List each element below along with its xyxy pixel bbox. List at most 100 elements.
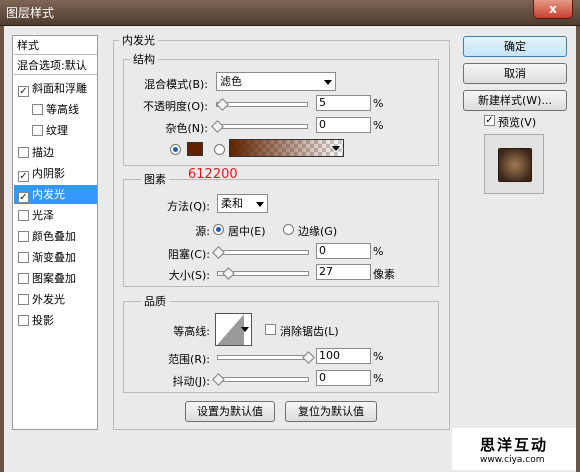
style-item-outer-glow[interactable]: 外发光 [14,290,97,309]
solid-color-radio[interactable] [170,144,181,155]
technique-select[interactable]: 柔和 [217,194,268,213]
opacity-unit: % [373,97,384,110]
texture-checkbox[interactable] [32,125,43,136]
antialias-label[interactable]: 消除锯齿(L) [280,323,339,339]
gradient-radio[interactable] [214,144,225,155]
jitter-slider[interactable] [212,373,309,386]
style-label: 图案叠加 [32,272,76,285]
watermark-brand: 思洋互动 [480,436,549,454]
preview-label[interactable]: 预览(V) [498,114,536,130]
color-overlay-checkbox[interactable] [18,231,29,242]
style-label: 内阴影 [32,167,65,180]
jitter-input[interactable]: 0 [316,370,371,386]
color-annotation: 612200 [188,167,238,182]
antialias-checkbox[interactable] [265,324,276,335]
new-style-button[interactable]: 新建样式(W)... [463,90,567,111]
opacity-slider[interactable] [215,98,308,111]
drop-shadow-checkbox[interactable] [18,315,29,326]
style-item-color-overlay[interactable]: 颜色叠加 [14,227,97,246]
cancel-button[interactable]: 取消 [463,63,567,84]
elements-title: 图素 [141,171,169,187]
style-label: 投影 [32,314,54,327]
contour-picker[interactable] [215,313,252,346]
make-default-button[interactable]: 设置为默认值 [185,401,275,422]
close-icon: x [549,2,557,16]
contour-checkbox[interactable] [32,104,43,115]
inner-glow-checkbox[interactable]: ✓ [18,192,29,203]
style-item-pattern-overlay[interactable]: 图案叠加 [14,269,97,288]
size-input[interactable]: 27 [316,264,371,280]
choke-unit: % [373,245,384,258]
structure-title: 结构 [130,51,158,67]
choke-input[interactable]: 0 [316,243,371,259]
opacity-input[interactable]: 5 [316,95,371,111]
glow-color-swatch[interactable] [187,142,203,156]
pattern-overlay-checkbox[interactable] [18,273,29,284]
size-unit: 像素 [373,268,395,281]
blend-mode-select[interactable]: 滤色 [216,72,336,91]
noise-input[interactable]: 0 [316,117,371,133]
satin-checkbox[interactable] [18,210,29,221]
stroke-checkbox[interactable] [18,147,29,158]
gradient-picker[interactable] [229,139,344,157]
styles-header[interactable]: 样式 [14,36,97,55]
style-label: 颜色叠加 [32,230,76,243]
style-label: 斜面和浮雕 [32,82,87,95]
style-item-stroke[interactable]: 描边 [14,143,97,162]
choke-slider[interactable] [212,246,309,259]
style-label: 纹理 [46,124,68,137]
style-label: 渐变叠加 [32,251,76,264]
source-edge-label[interactable]: 边缘(G) [298,223,337,239]
watermark-url: www.ciya.com [480,455,545,465]
gradient-overlay-checkbox[interactable] [18,252,29,263]
chevron-down-icon [332,146,340,151]
size-label: 大小(S): [168,269,210,282]
bevel-checkbox[interactable]: ✓ [18,86,29,97]
style-item-satin[interactable]: 光泽 [14,206,97,225]
preview-checkbox[interactable]: ✓ [484,115,495,126]
range-input[interactable]: 100 [316,348,371,364]
chevron-down-icon [256,202,264,207]
close-button[interactable]: x [533,0,573,19]
style-item-inner-shadow[interactable]: ✓ 内阴影 [14,164,97,183]
outer-glow-checkbox[interactable] [18,294,29,305]
noise-slider[interactable] [211,120,308,133]
size-slider[interactable] [217,267,309,280]
style-item-contour[interactable]: 等高线 [14,100,97,119]
choke-label: 阻塞(C): [168,248,210,261]
style-item-bevel[interactable]: ✓ 斜面和浮雕 [14,79,97,98]
chevron-down-icon [324,80,332,85]
noise-label: 杂色(N): [165,122,208,135]
blending-options[interactable]: 混合选项:默认 [14,56,97,75]
quality-title: 品质 [141,293,169,309]
reset-default-button[interactable]: 复位为默认值 [285,401,377,422]
style-item-inner-glow[interactable]: ✓ 内发光 [14,185,97,204]
contour-curve-icon [217,314,244,345]
inner-shadow-checkbox[interactable]: ✓ [18,171,29,182]
range-slider[interactable] [217,351,315,364]
style-label: 外发光 [32,293,65,306]
style-label: 等高线 [46,103,79,116]
source-center-radio[interactable] [213,224,224,235]
preview-image [498,148,532,182]
style-item-texture[interactable]: 纹理 [14,121,97,140]
watermark: 思洋互动 www.ciya.com [452,428,576,470]
range-unit: % [373,350,384,363]
blend-mode-value: 滤色 [220,75,242,88]
style-item-drop-shadow[interactable]: 投影 [14,311,97,330]
source-center-label[interactable]: 居中(E) [228,223,266,239]
blend-mode-label: 混合模式(B): [144,78,208,91]
source-label: 源: [195,225,210,238]
contour-label: 等高线: [173,325,210,338]
source-edge-radio[interactable] [283,224,294,235]
opacity-label: 不透明度(O): [143,100,208,113]
technique-value: 柔和 [221,197,243,210]
style-label: 光泽 [32,209,54,222]
style-label: 内发光 [32,188,65,201]
chevron-down-icon [241,327,249,332]
technique-label: 方法(Q): [167,200,210,213]
style-item-gradient-overlay[interactable]: 渐变叠加 [14,248,97,267]
jitter-label: 抖动(J): [172,375,210,388]
ok-button[interactable]: 确定 [463,36,567,57]
jitter-unit: % [373,372,384,385]
